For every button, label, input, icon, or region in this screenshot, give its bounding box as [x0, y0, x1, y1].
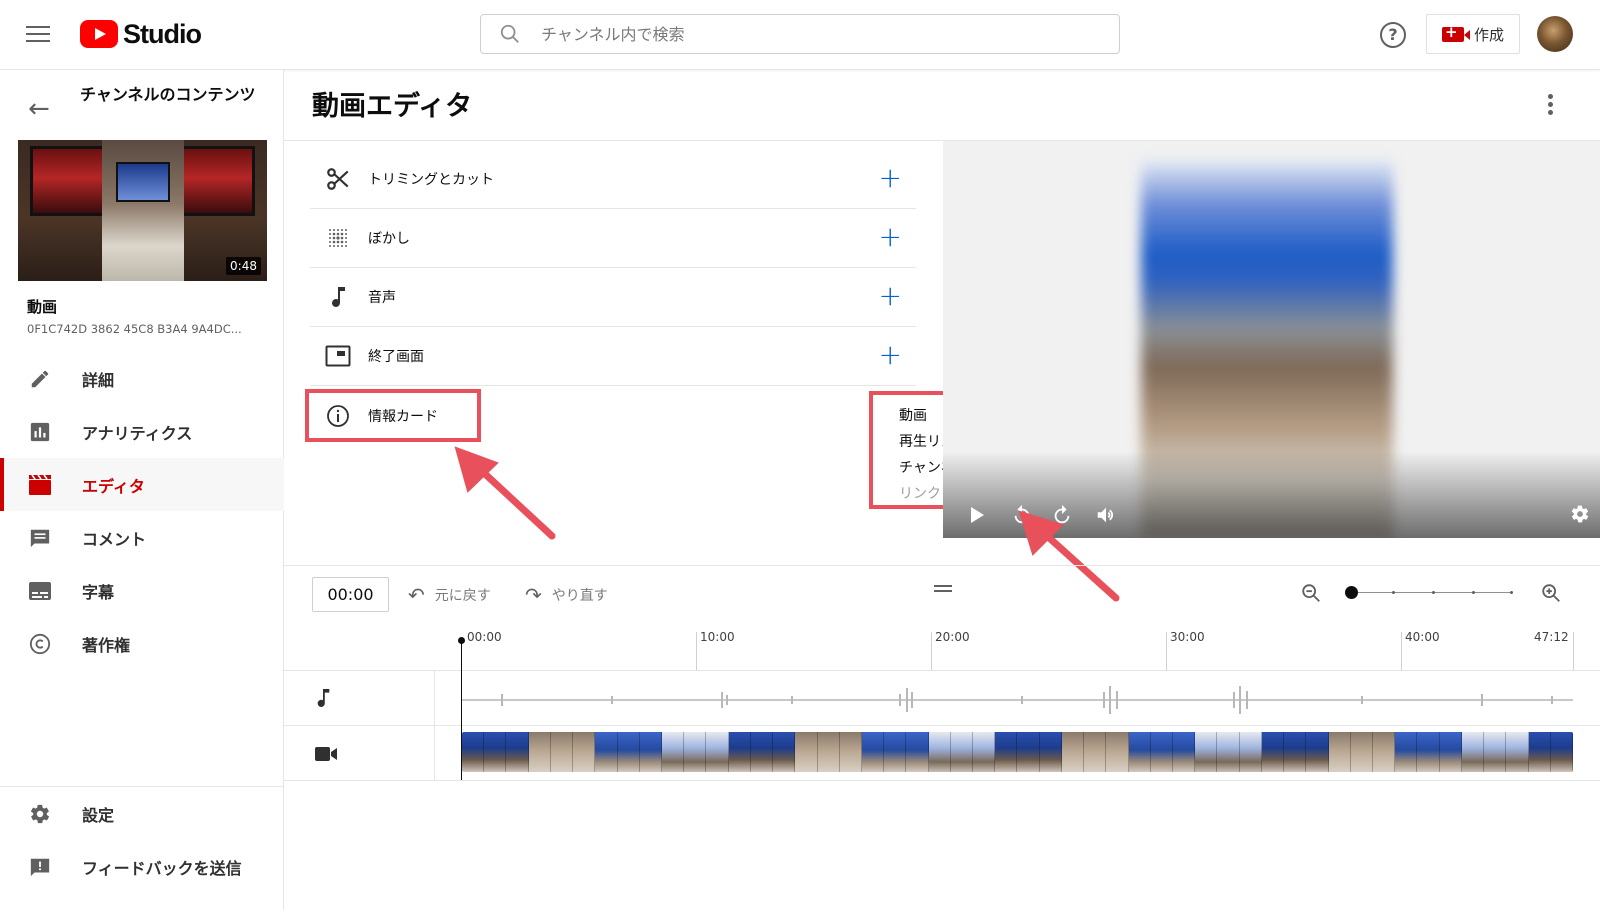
undo-icon: ↶ [408, 583, 425, 607]
annotation-arrows [454, 446, 1120, 602]
video-filmstrip[interactable] [462, 732, 1573, 772]
tick-label: 10:00 [700, 630, 735, 644]
track-divider [284, 780, 1600, 781]
playhead[interactable] [458, 637, 465, 780]
filmstrip-frame [1506, 732, 1529, 772]
filmstrip-frame [839, 732, 862, 772]
filmstrip-frame [1328, 732, 1351, 772]
filmstrip-frame [595, 732, 618, 772]
timecode-input[interactable] [312, 577, 389, 612]
filmstrip-frame [1217, 732, 1240, 772]
filmstrip-frame [1128, 732, 1151, 772]
filmstrip-frame [1461, 732, 1485, 772]
filmstrip-frame [573, 732, 596, 772]
filmstrip-frame [1084, 732, 1107, 772]
filmstrip-frame [1039, 732, 1062, 772]
filmstrip-frame [462, 732, 485, 772]
redo-label: やり直す [551, 588, 608, 604]
filmstrip-frame [884, 732, 907, 772]
filmstrip-frame [950, 732, 974, 772]
filmstrip-frame [1395, 732, 1418, 772]
filmstrip-frame [928, 732, 951, 772]
filmstrip-frame [1284, 732, 1307, 772]
filmstrip-frame [1017, 732, 1040, 772]
filmstrip-frame [795, 732, 818, 772]
filmstrip-frame [528, 732, 551, 772]
filmstrip-frame [1173, 732, 1196, 772]
filmstrip-frame [817, 732, 840, 772]
zoom-step-dot [1432, 591, 1435, 594]
filmstrip-frame [1306, 732, 1329, 772]
filmstrip-frame [861, 732, 885, 772]
zoom-step-dot [1472, 591, 1475, 594]
tick-line [931, 632, 932, 670]
filmstrip-frame [728, 732, 751, 772]
filmstrip-frame [1372, 732, 1396, 772]
tick-label: 47:12 [1534, 630, 1569, 644]
undo-button[interactable]: ↶ 元に戻す [408, 583, 491, 607]
filmstrip-frame [1484, 732, 1507, 772]
filmstrip-frame [906, 732, 929, 772]
filmstrip-frame [750, 732, 774, 772]
filmstrip-frame [1261, 732, 1285, 772]
tick-line [696, 632, 697, 670]
filmstrip-frame [639, 732, 662, 772]
track-divider [284, 725, 1600, 726]
undo-label: 元に戻す [434, 588, 491, 604]
redo-icon: ↷ [525, 583, 542, 607]
filmstrip-frame [1106, 732, 1129, 772]
filmstrip-frame [550, 732, 574, 772]
zoom-step-dot [1510, 591, 1513, 594]
tick-label: 20:00 [935, 630, 970, 644]
filmstrip-frame [661, 732, 685, 772]
tick-line [1401, 632, 1402, 670]
filmstrip-frame [1417, 732, 1440, 772]
video-track-icon [315, 747, 337, 761]
filmstrip-frame [1439, 732, 1462, 772]
audio-track-icon [317, 689, 330, 707]
filmstrip-frame [484, 732, 507, 772]
filmstrip-frame [1239, 732, 1262, 772]
zoom-out-icon[interactable] [1300, 582, 1322, 604]
track-header-divider [434, 670, 435, 780]
redo-button[interactable]: ↷ やり直す [525, 583, 608, 607]
filmstrip-frame [1195, 732, 1218, 772]
tick-line [1573, 632, 1574, 670]
tick-label: 40:00 [1405, 630, 1440, 644]
tick-line [1166, 632, 1167, 670]
filmstrip-frame [1528, 732, 1551, 772]
filmstrip-frame [617, 732, 640, 772]
filmstrip-frame [973, 732, 996, 772]
tick-label: 30:00 [1170, 630, 1205, 644]
zoom-in-icon[interactable] [1540, 582, 1562, 604]
filmstrip-frame [773, 732, 796, 772]
resize-handle-icon[interactable] [934, 585, 952, 592]
filmstrip-frame [1350, 732, 1373, 772]
zoom-step-dot [1392, 591, 1395, 594]
tick-label: 00:00 [467, 630, 502, 644]
filmstrip-frame [1550, 732, 1573, 772]
timeline-ruler[interactable]: 00:00 10:00 20:00 30:00 40:00 47:12 [440, 622, 1600, 670]
zoom-slider-knob[interactable] [1345, 586, 1358, 599]
filmstrip-frame [684, 732, 707, 772]
filmstrip-frame [706, 732, 729, 772]
audio-waveform [462, 686, 1573, 714]
filmstrip-frame [1061, 732, 1085, 772]
filmstrip-frame [506, 732, 529, 772]
filmstrip-frame [995, 732, 1018, 772]
track-divider [284, 670, 1600, 671]
filmstrip-frame [1150, 732, 1173, 772]
timeline-divider [284, 565, 1600, 566]
